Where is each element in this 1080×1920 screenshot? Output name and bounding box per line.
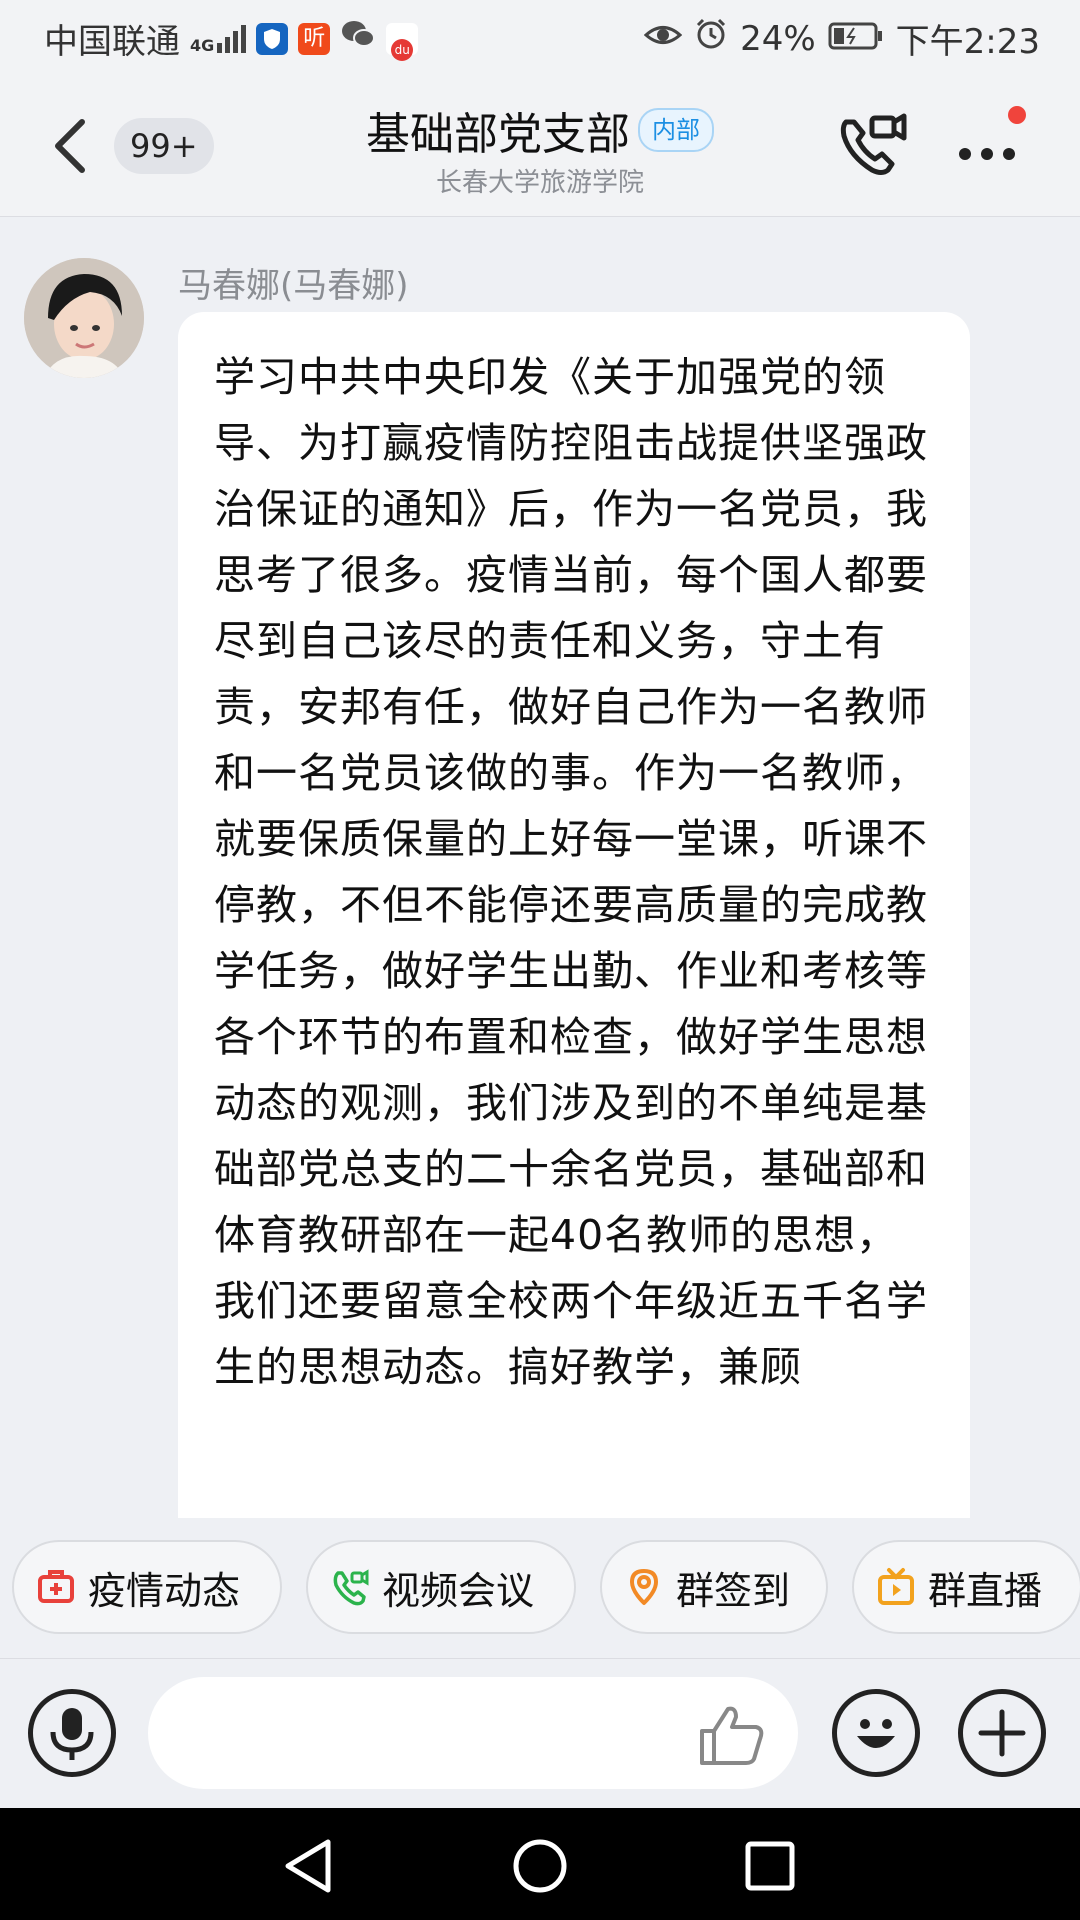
more-button[interactable] bbox=[955, 116, 1025, 176]
message-bubble[interactable]: 学习中共中央印发《关于加强党的领导、为打赢疫情防控阻击战提供坚强政治保证的通知》… bbox=[178, 312, 970, 1518]
nav-back-icon[interactable] bbox=[282, 1838, 336, 1894]
sender-name: 马春娜(马春娜) bbox=[178, 266, 409, 306]
video-call-button[interactable] bbox=[832, 104, 912, 184]
group-subtitle: 长春大学旅游学院 bbox=[435, 168, 644, 198]
tv-live-icon bbox=[878, 1568, 914, 1605]
thumbs-up-icon[interactable] bbox=[698, 1703, 766, 1767]
phone-video-icon bbox=[840, 113, 907, 175]
group-title: 基础部党支部 bbox=[366, 109, 630, 160]
message-text: 学习中共中央印发《关于加强党的领导、为打赢疫情防控阻击战提供坚强政治保证的通知》… bbox=[214, 353, 928, 1391]
signal-icon: 4G bbox=[190, 24, 247, 55]
add-button[interactable] bbox=[958, 1689, 1046, 1777]
internal-tag: 内部 bbox=[638, 108, 714, 152]
alarm-icon bbox=[694, 17, 728, 60]
quick-action-checkin[interactable]: 群签到 bbox=[600, 1540, 828, 1634]
shield-app-icon bbox=[256, 22, 289, 55]
message-input[interactable] bbox=[148, 1677, 798, 1789]
quick-action-label: 群直播 bbox=[928, 1568, 1043, 1613]
nav-recents-icon[interactable] bbox=[744, 1840, 796, 1892]
quick-action-video-meeting[interactable]: 视频会议 bbox=[306, 1540, 576, 1634]
battery-icon bbox=[828, 19, 884, 59]
du-icon-label: du bbox=[391, 38, 414, 61]
quick-action-label: 群签到 bbox=[676, 1568, 791, 1613]
ting-app-icon: 听 bbox=[298, 22, 331, 55]
system-nav-bar bbox=[0, 1808, 1080, 1920]
plus-icon bbox=[978, 1709, 1026, 1757]
avatar[interactable] bbox=[24, 258, 144, 378]
du-app-icon: du bbox=[386, 22, 419, 61]
network-type: 4G bbox=[190, 35, 215, 55]
video-call-icon bbox=[333, 1569, 369, 1606]
microphone-icon bbox=[50, 1708, 94, 1760]
carrier-label: 中国联通 bbox=[44, 22, 180, 62]
nav-home-icon[interactable] bbox=[512, 1838, 568, 1894]
quick-action-live[interactable]: 群直播 bbox=[852, 1540, 1080, 1634]
chat-header: 99+ 基础部党支部 内部 长春大学旅游学院 bbox=[0, 76, 1080, 217]
quick-actions-bar: 疫情动态 视频会议 群签到 群直播 bbox=[0, 1518, 1080, 1658]
smiley-icon bbox=[857, 1719, 895, 1748]
location-pin-icon bbox=[630, 1569, 658, 1605]
notification-dot bbox=[1008, 106, 1026, 124]
more-dots-icon bbox=[959, 148, 1015, 160]
eye-icon bbox=[643, 19, 683, 59]
voice-input-button[interactable] bbox=[28, 1689, 116, 1777]
clock-time: 下午2:23 bbox=[895, 22, 1040, 62]
battery-percent: 24% bbox=[740, 18, 816, 59]
quick-action-epidemic[interactable]: 疫情动态 bbox=[12, 1540, 282, 1634]
emoji-button[interactable] bbox=[832, 1689, 920, 1777]
quick-action-label: 视频会议 bbox=[382, 1568, 535, 1613]
input-bar bbox=[0, 1658, 1080, 1809]
quick-action-label: 疫情动态 bbox=[88, 1568, 241, 1613]
wechat-icon bbox=[340, 18, 376, 59]
medical-kit-icon bbox=[38, 1570, 74, 1603]
status-bar: 中国联通 4G 听 du 24% 下午2:23 bbox=[0, 0, 1080, 76]
